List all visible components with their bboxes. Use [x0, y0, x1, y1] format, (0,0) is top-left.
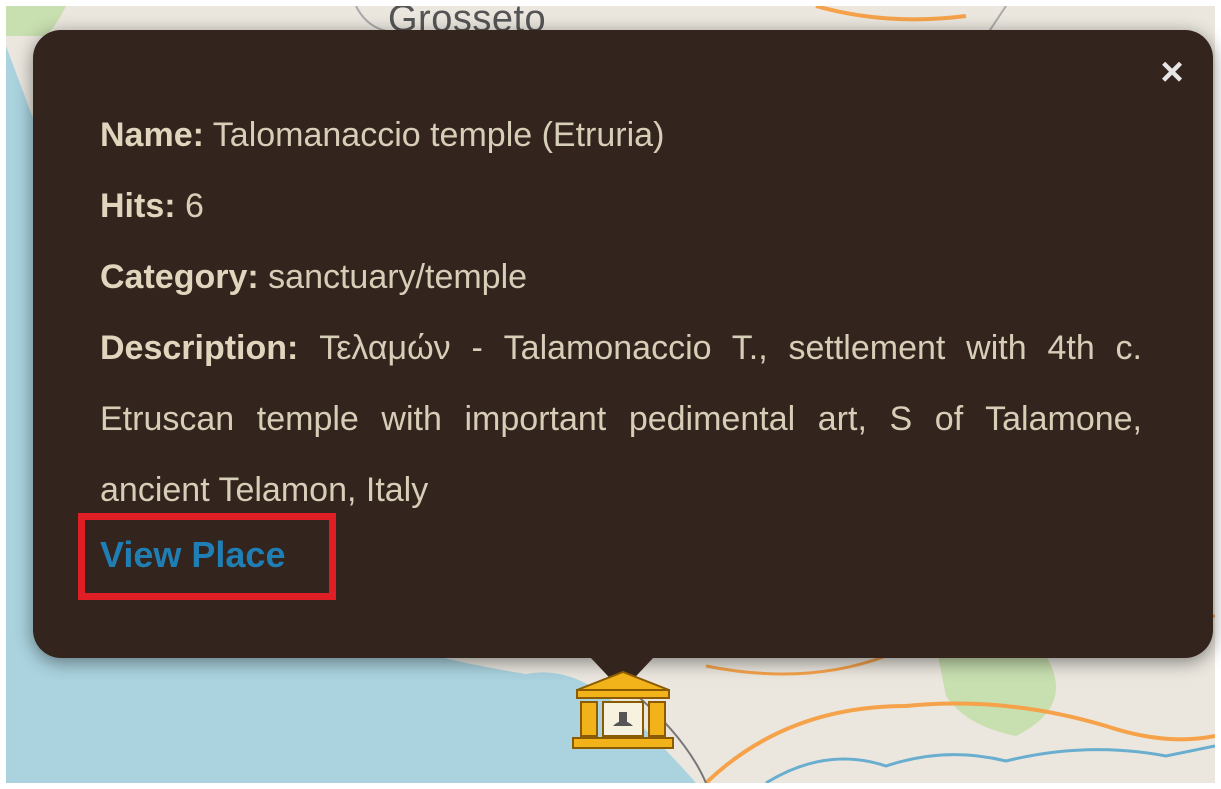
category-row: Category: sanctuary/temple — [100, 242, 1142, 313]
temple-marker[interactable] — [571, 668, 675, 757]
popup-content: Name: Talomanaccio temple (Etruria) Hits… — [100, 100, 1142, 526]
screenshot-frame: Grosseto × Name: Talomanaccio temple (Et… — [0, 0, 1221, 789]
hits-value: 6 — [185, 187, 204, 225]
road — [355, 6, 387, 32]
description-label: Description: — [100, 329, 299, 367]
hits-label: Hits: — [100, 187, 176, 225]
description-row: Description: Τελαμών - Talamonaccio T., … — [100, 313, 1142, 526]
hits-row: Hits: 6 — [100, 171, 1142, 242]
name-label: Name: — [100, 116, 204, 154]
road — [815, 6, 967, 22]
name-row: Name: Talomanaccio temple (Etruria) — [100, 100, 1142, 171]
highlight-box — [78, 513, 336, 600]
category-label: Category: — [100, 258, 259, 296]
road — [704, 701, 1215, 783]
name-value: Talomanaccio temple (Etruria) — [212, 116, 665, 154]
temple-icon — [572, 670, 674, 749]
category-value: sanctuary/temple — [268, 258, 528, 296]
close-button[interactable]: × — [1150, 50, 1194, 94]
river — [765, 744, 1215, 783]
